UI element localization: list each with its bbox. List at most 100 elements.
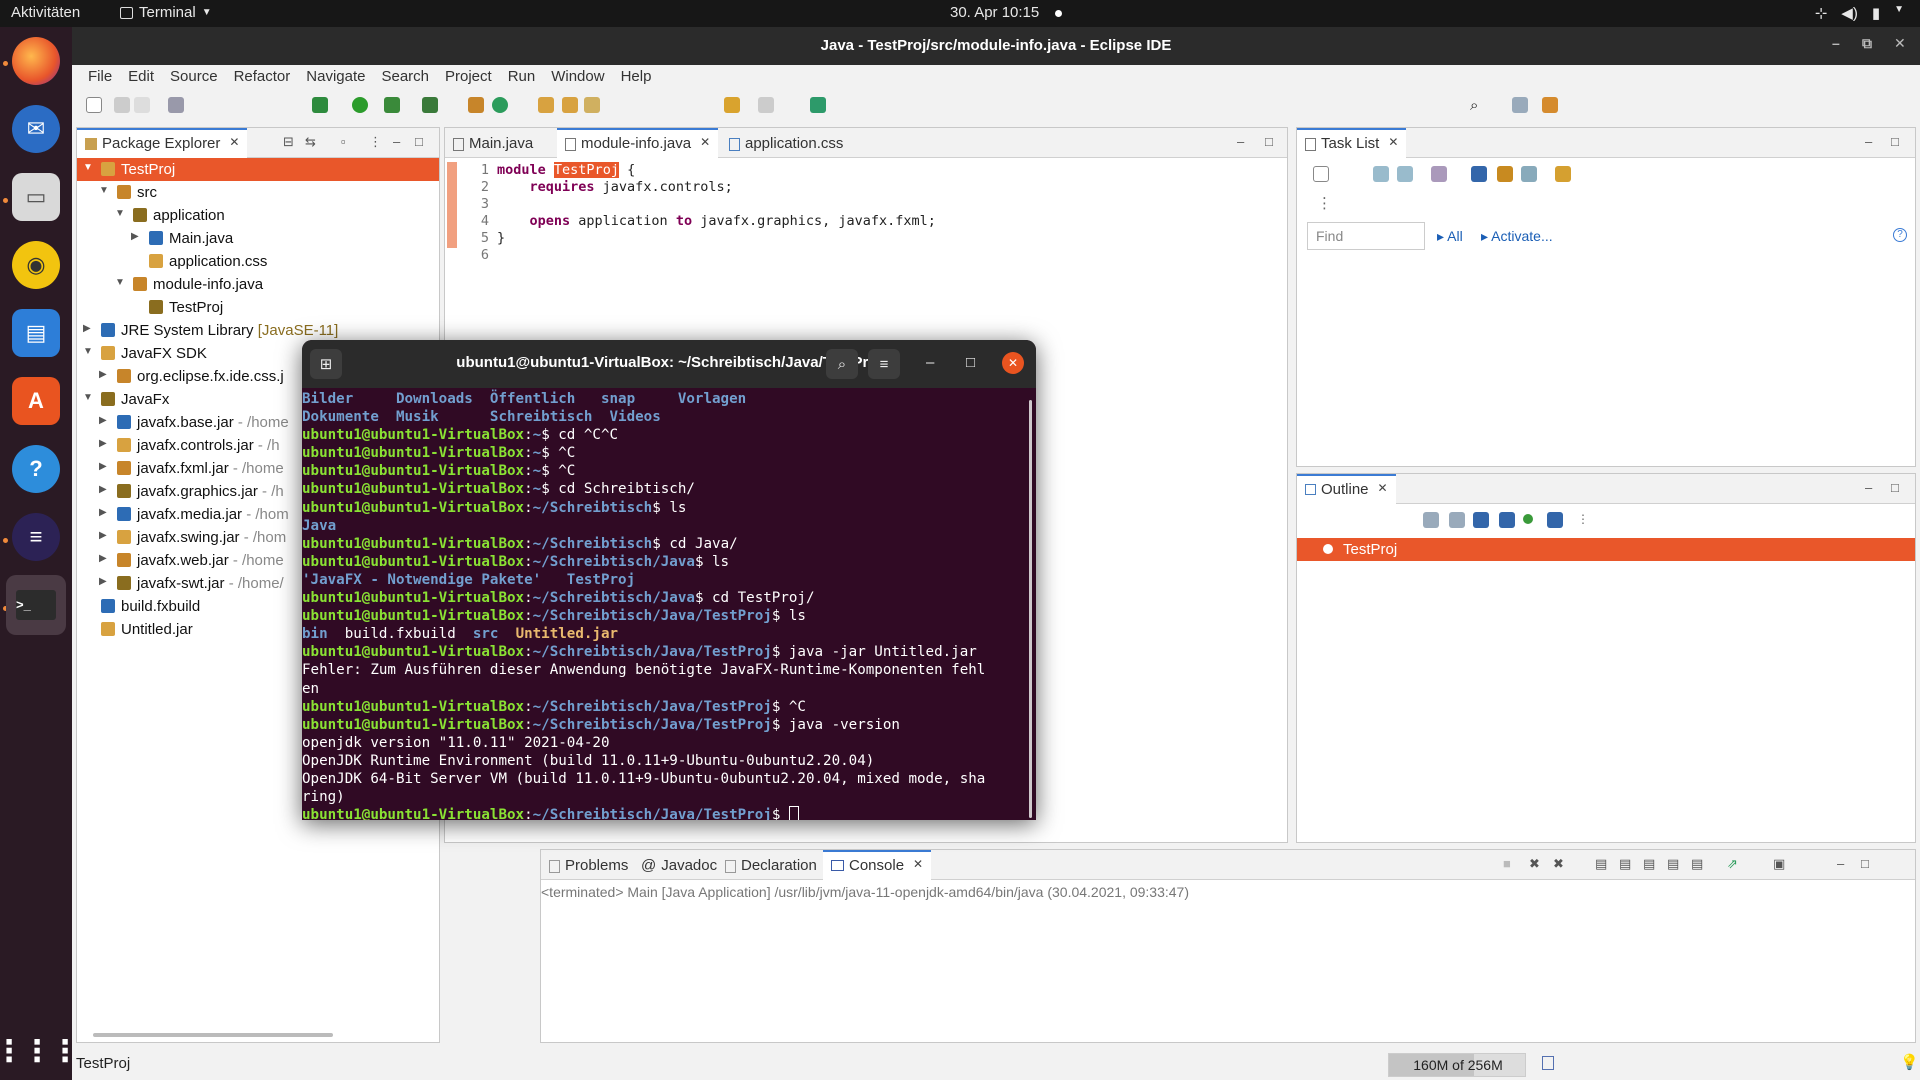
hide-fields-icon[interactable] bbox=[1473, 512, 1489, 528]
thunderbird-icon[interactable]: ✉ bbox=[12, 105, 60, 153]
hide-completed-icon[interactable] bbox=[1471, 166, 1487, 182]
close-tab-icon[interactable]: ✕ bbox=[229, 135, 239, 149]
word-wrap-icon[interactable]: ▤ bbox=[1619, 856, 1631, 872]
sort-icon[interactable] bbox=[1449, 512, 1465, 528]
new-java-class-icon[interactable] bbox=[492, 97, 508, 113]
collapse-all-icon[interactable] bbox=[1423, 512, 1439, 528]
files-icon[interactable]: ▭ bbox=[12, 173, 60, 221]
hide-static-icon[interactable] bbox=[1499, 512, 1515, 528]
tab-problems[interactable]: Problems bbox=[541, 850, 636, 880]
tree-twisty-icon[interactable]: ▼ bbox=[83, 346, 93, 357]
pin-console-icon[interactable]: ▤ bbox=[1667, 856, 1679, 872]
link-with-editor-icon[interactable]: ⇆ bbox=[305, 134, 316, 150]
terminal-titlebar[interactable]: ⊞ ubuntu1@ubuntu1-VirtualBox: ~/Schreibt… bbox=[302, 340, 1036, 388]
back-icon[interactable] bbox=[724, 97, 740, 113]
tree-item[interactable]: ▼ src bbox=[77, 181, 439, 204]
tab-package-explorer[interactable]: Package Explorer ✕ bbox=[77, 128, 248, 158]
tree-twisty-icon[interactable]: ▼ bbox=[115, 277, 125, 288]
tree-item[interactable]: ▼ application bbox=[77, 204, 439, 227]
pin-editor-icon[interactable] bbox=[810, 97, 826, 113]
battery-icon[interactable]: ▮ bbox=[1872, 4, 1880, 22]
minimize-icon[interactable]: – bbox=[926, 354, 934, 371]
tree-item[interactable]: ▶ Main.java bbox=[77, 227, 439, 250]
tree-twisty-icon[interactable]: ▶ bbox=[83, 323, 91, 334]
menu-source[interactable]: Source bbox=[162, 65, 226, 89]
tab-application-css[interactable]: application.css bbox=[721, 128, 851, 158]
tab-main-java[interactable]: Main.java bbox=[445, 128, 541, 158]
tree-item[interactable]: ▼ TestProj bbox=[77, 158, 439, 181]
tab-task-list[interactable]: Task List ✕ bbox=[1297, 128, 1407, 158]
maximize-icon[interactable]: □ bbox=[966, 354, 975, 371]
tree-twisty-icon[interactable]: ▶ bbox=[99, 576, 107, 587]
tab-console[interactable]: Console ✕ bbox=[823, 850, 932, 880]
horizontal-scrollbar[interactable] bbox=[93, 1033, 333, 1037]
view-menu-icon[interactable]: ⋮ bbox=[369, 134, 382, 150]
firefox-icon[interactable] bbox=[12, 37, 60, 85]
tree-item[interactable]: application.css bbox=[77, 250, 439, 273]
menu-refactor[interactable]: Refactor bbox=[226, 65, 299, 89]
tree-twisty-icon[interactable]: ▼ bbox=[115, 208, 125, 219]
focus-icon[interactable] bbox=[1431, 166, 1447, 182]
tree-twisty-icon[interactable]: ▶ bbox=[99, 438, 107, 449]
tree-twisty-icon[interactable]: ▶ bbox=[99, 553, 107, 564]
open-perspective-icon[interactable] bbox=[1512, 97, 1528, 113]
menu-edit[interactable]: Edit bbox=[120, 65, 162, 89]
menu-help[interactable]: Help bbox=[613, 65, 660, 89]
terminate-icon[interactable]: ■ bbox=[1503, 856, 1511, 871]
scroll-lock-icon[interactable]: ▤ bbox=[1595, 856, 1607, 872]
minimize-view-icon[interactable]: – bbox=[393, 134, 400, 149]
restore-icon[interactable]: ⧉ bbox=[1862, 35, 1872, 52]
maximize-view-icon[interactable]: □ bbox=[1891, 134, 1899, 149]
close-tab-icon[interactable]: ✕ bbox=[913, 857, 923, 871]
tree-twisty-icon[interactable]: ▶ bbox=[99, 415, 107, 426]
skip-breakpoints-icon[interactable] bbox=[168, 97, 184, 113]
tree-twisty-icon[interactable]: ▶ bbox=[99, 507, 107, 518]
terminal-dock-icon[interactable]: >_ bbox=[6, 575, 66, 635]
new-icon[interactable] bbox=[86, 97, 102, 113]
all-link[interactable]: ▸ All bbox=[1437, 228, 1463, 245]
minimize-view-icon[interactable]: – bbox=[1865, 480, 1872, 495]
libreoffice-writer-icon[interactable]: ▤ bbox=[12, 309, 60, 357]
tree-item[interactable]: ▶ JRE System Library [JavaSE-11] bbox=[77, 319, 439, 342]
display-console-icon[interactable]: ▤ bbox=[1691, 856, 1703, 872]
tree-twisty-icon[interactable]: ▶ bbox=[131, 231, 139, 242]
tree-item[interactable]: ▼ module-info.java bbox=[77, 273, 439, 296]
sync-icon[interactable] bbox=[1497, 166, 1513, 182]
help-icon[interactable]: ? bbox=[12, 445, 60, 493]
tree-twisty-icon[interactable]: ▶ bbox=[99, 461, 107, 472]
menu-navigate[interactable]: Navigate bbox=[298, 65, 373, 89]
hide-nonpublic-icon[interactable] bbox=[1523, 514, 1533, 524]
find-input[interactable]: Find bbox=[1307, 222, 1425, 250]
search-icon[interactable]: ⌕ bbox=[826, 349, 858, 379]
maximize-view-icon[interactable]: □ bbox=[1891, 480, 1899, 495]
view-menu-icon[interactable]: ⋮ bbox=[1577, 512, 1593, 528]
rhythmbox-icon[interactable]: ◉ bbox=[12, 241, 60, 289]
open-console-icon[interactable]: ⇗ bbox=[1727, 856, 1738, 872]
show-on-output-icon[interactable]: ▤ bbox=[1643, 856, 1655, 872]
search-tool-icon[interactable] bbox=[584, 97, 600, 113]
minimize-view-icon[interactable]: – bbox=[1837, 856, 1844, 871]
save-icon[interactable] bbox=[114, 97, 130, 113]
tree-twisty-icon[interactable]: ▼ bbox=[99, 185, 109, 196]
minimize-icon[interactable]: – bbox=[1832, 35, 1840, 51]
terminal-output[interactable]: Bilder Downloads Öffentlich snap Vorlage… bbox=[302, 388, 1036, 820]
new-task-icon[interactable] bbox=[1313, 166, 1329, 182]
menu-project[interactable]: Project bbox=[437, 65, 500, 89]
tree-twisty-icon[interactable]: ▶ bbox=[99, 369, 107, 380]
save-all-icon[interactable] bbox=[134, 97, 150, 113]
collapse-all-icon[interactable]: ⊟ bbox=[283, 134, 294, 150]
activities-button[interactable]: Aktivitäten bbox=[11, 4, 80, 21]
menu-window[interactable]: Window bbox=[543, 65, 612, 89]
tab-outline[interactable]: Outline ✕ bbox=[1297, 474, 1396, 504]
collapse-all-icon[interactable] bbox=[1521, 166, 1537, 182]
tab-module-info[interactable]: module-info.java ✕ bbox=[557, 128, 719, 158]
clock[interactable]: 30. Apr 10:15 bbox=[950, 4, 1039, 21]
close-icon[interactable]: ✕ bbox=[1002, 352, 1024, 374]
menu-search[interactable]: Search bbox=[373, 65, 437, 89]
tree-twisty-icon[interactable]: ▼ bbox=[83, 162, 93, 173]
tree-twisty-icon[interactable]: ▶ bbox=[99, 484, 107, 495]
open-type-icon[interactable] bbox=[538, 97, 554, 113]
hamburger-menu-icon[interactable]: ≡ bbox=[868, 349, 900, 379]
heap-status[interactable]: 160M of 256M bbox=[1388, 1053, 1526, 1077]
tab-javadoc[interactable]: @ Javadoc bbox=[633, 850, 725, 880]
